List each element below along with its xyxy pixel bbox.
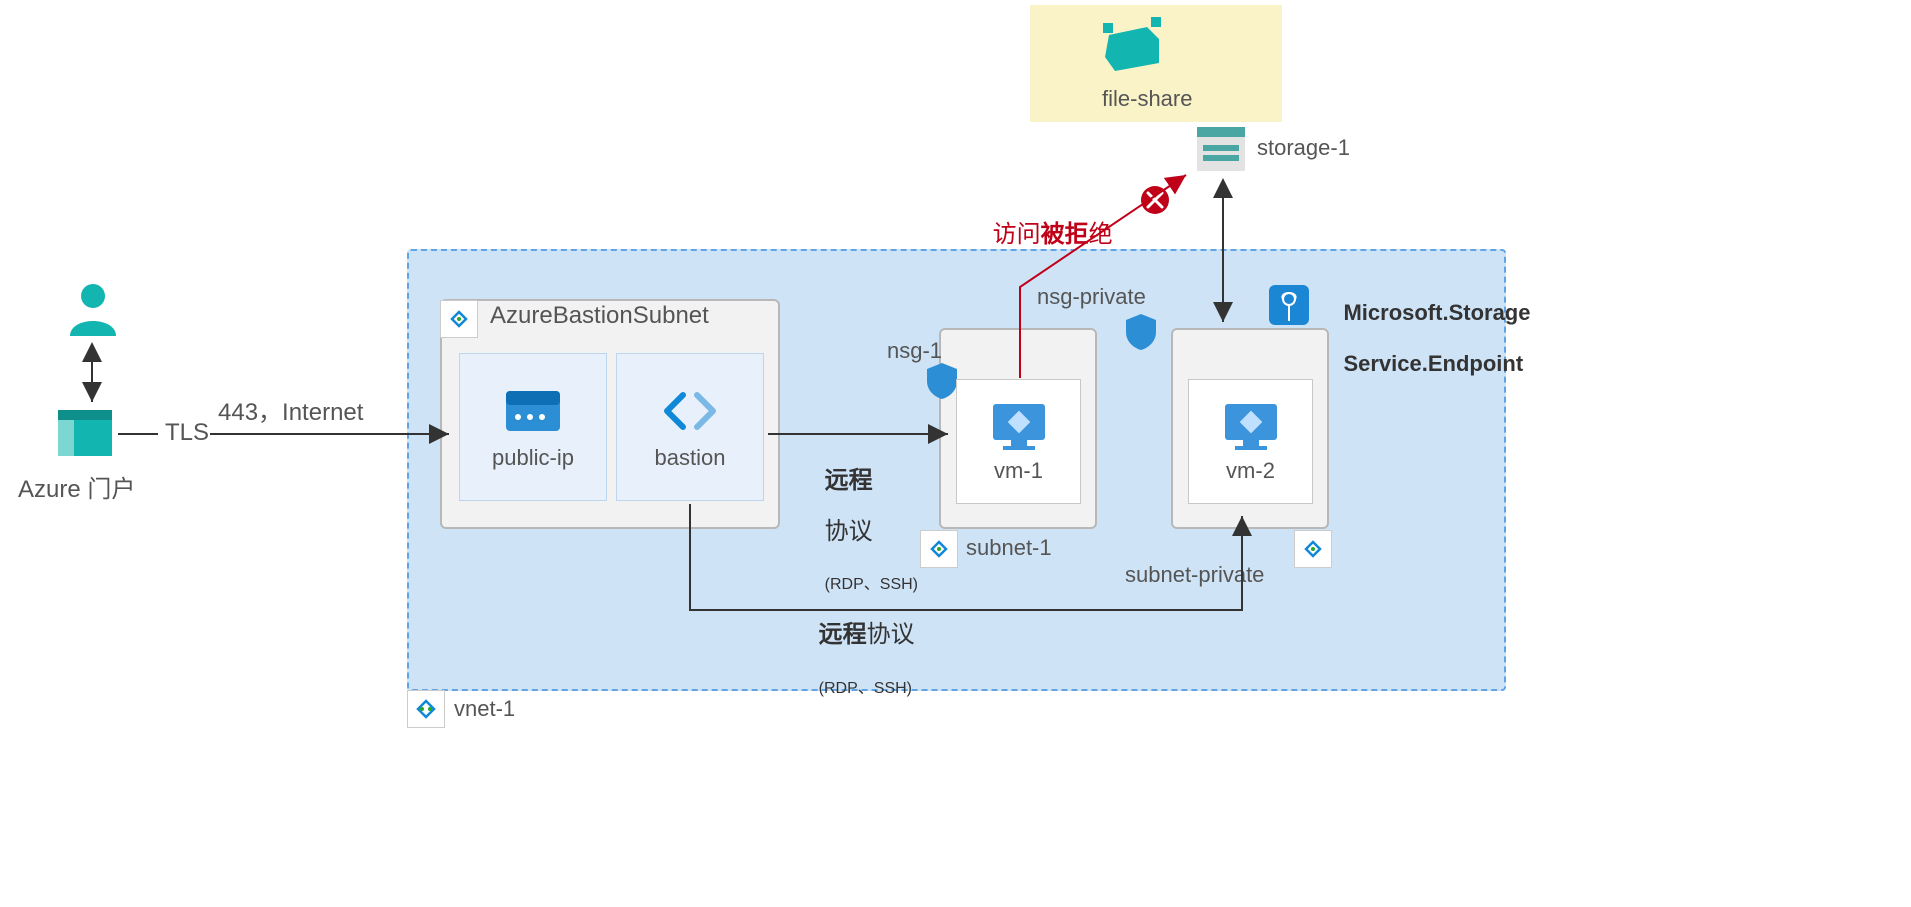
arrows-layer <box>0 0 1911 907</box>
